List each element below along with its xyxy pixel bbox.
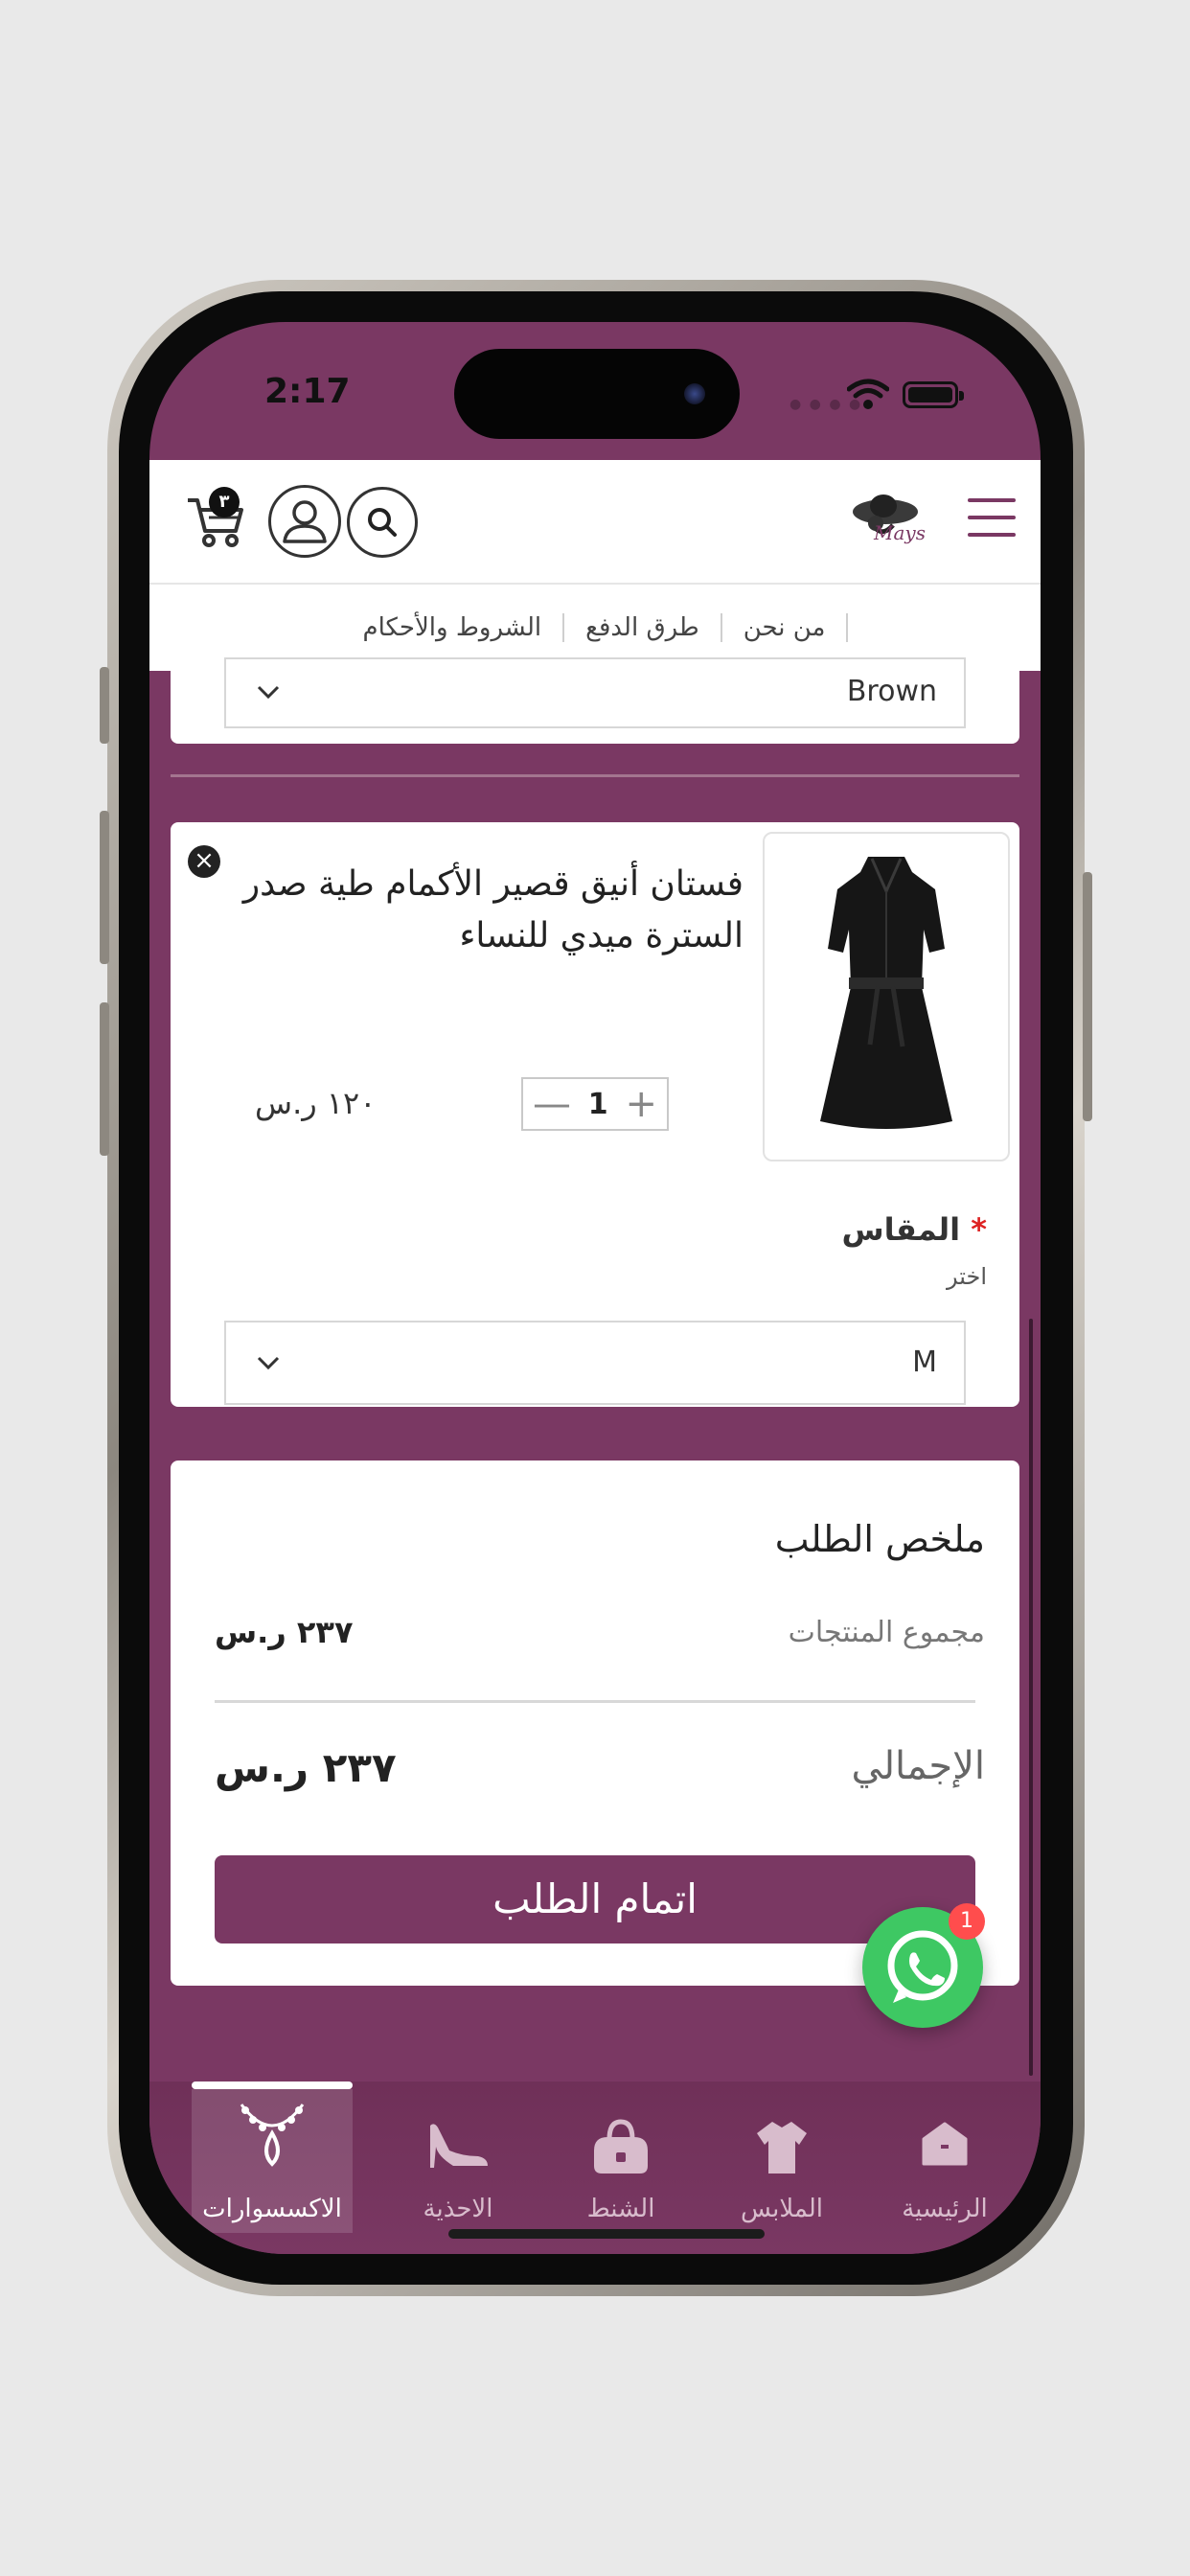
size-label: * المقاس [841,1211,987,1248]
color-select-value: Brown [846,675,937,708]
checkout-button[interactable]: اتمام الطلب [215,1855,975,1944]
volume-up-button [100,811,109,964]
size-select[interactable]: M [224,1321,966,1405]
cart-count-badge: ٣ [209,487,240,518]
item-price: ١٢٠ ر.س [255,1085,377,1121]
active-tab-indicator [192,2082,353,2089]
chevron-down-icon [257,1356,280,1370]
dress-image [820,857,952,1129]
heel-icon [430,2124,488,2168]
tab-bags-label: الشنط [586,2195,655,2223]
size-select-value: M [912,1346,937,1379]
subtotal-label: مجموع المنتجات [788,1616,985,1649]
quantity-stepper: — 1 + [521,1077,669,1131]
camera-icon [684,383,705,404]
volume-down-button [100,1002,109,1156]
power-button [1083,872,1092,1121]
previous-cart-item: Brown [171,657,1019,744]
user-icon [283,500,327,543]
search-button[interactable] [347,487,418,558]
product-title[interactable]: فستان أنيق قصير الأكمام طية صدر السترة م… [207,859,744,962]
dynamic-island [454,349,740,439]
tab-shoes[interactable]: الاحذية [378,2089,538,2233]
color-select[interactable]: Brown [224,657,966,728]
screenshot-stage: 2:17 ● ● ● ● Mays ٣ من نحن طرق الدفع الش… [0,0,1190,2576]
action-button [100,667,109,744]
tab-accessories-label: الاكسسوارات [202,2195,342,2223]
account-button[interactable] [268,485,341,558]
shirt-icon [757,2122,807,2174]
increase-button[interactable]: + [625,1085,657,1123]
bottom-navigation: الرئيسية الملابس الشنط الاحذية الاكسسوار… [149,2082,1041,2254]
necklace-icon [240,2104,305,2167]
summary-title: ملخص الطلب [774,1518,985,1560]
scrollbar[interactable] [1029,1319,1033,2076]
tab-home-label: الرئيسية [902,2195,988,2223]
logo-text: Mays [874,521,926,544]
app-header: Mays ٣ [149,460,1041,585]
tab-home[interactable]: الرئيسية [864,2089,1025,2233]
menu-icon[interactable] [968,498,1016,539]
tab-clothes[interactable]: الملابس [701,2089,862,2233]
link-payment-methods[interactable]: طرق الدفع [562,613,721,642]
tab-accessories[interactable]: الاكسسوارات [192,2089,353,2233]
bag-icon [594,2119,648,2174]
required-mark: * [971,1211,987,1248]
remove-item-button[interactable]: × [188,845,220,878]
summary-divider [215,1700,975,1703]
battery-icon [903,381,964,408]
chevron-down-icon [257,685,280,700]
link-terms[interactable]: الشروط والأحكام [342,613,563,642]
whatsapp-badge: 1 [949,1903,985,1940]
tab-shoes-label: الاحذية [423,2195,493,2223]
phone-screen: 2:17 ● ● ● ● Mays ٣ من نحن طرق الدفع الش… [149,322,1041,2254]
search-icon [368,508,397,537]
quantity-value: 1 [587,1087,608,1121]
status-time: 2:17 [264,372,351,411]
link-about-us[interactable]: من نحن [720,613,849,642]
total-value: ٢٣٧ ر.س [215,1744,397,1791]
size-hint: اختر [947,1263,987,1290]
wifi-icon [847,379,889,409]
decrease-button[interactable]: — [533,1085,571,1123]
tab-clothes-label: الملابس [740,2195,824,2223]
total-label: الإجمالي [851,1744,986,1788]
divider [171,774,1019,777]
product-image[interactable] [763,832,1010,1162]
subtotal-value: ٢٣٧ ر.س [215,1614,354,1650]
home-icon [922,2122,968,2166]
home-indicator [448,2229,765,2239]
size-label-text: المقاس [841,1211,961,1248]
tab-bags[interactable]: الشنط [540,2089,701,2233]
